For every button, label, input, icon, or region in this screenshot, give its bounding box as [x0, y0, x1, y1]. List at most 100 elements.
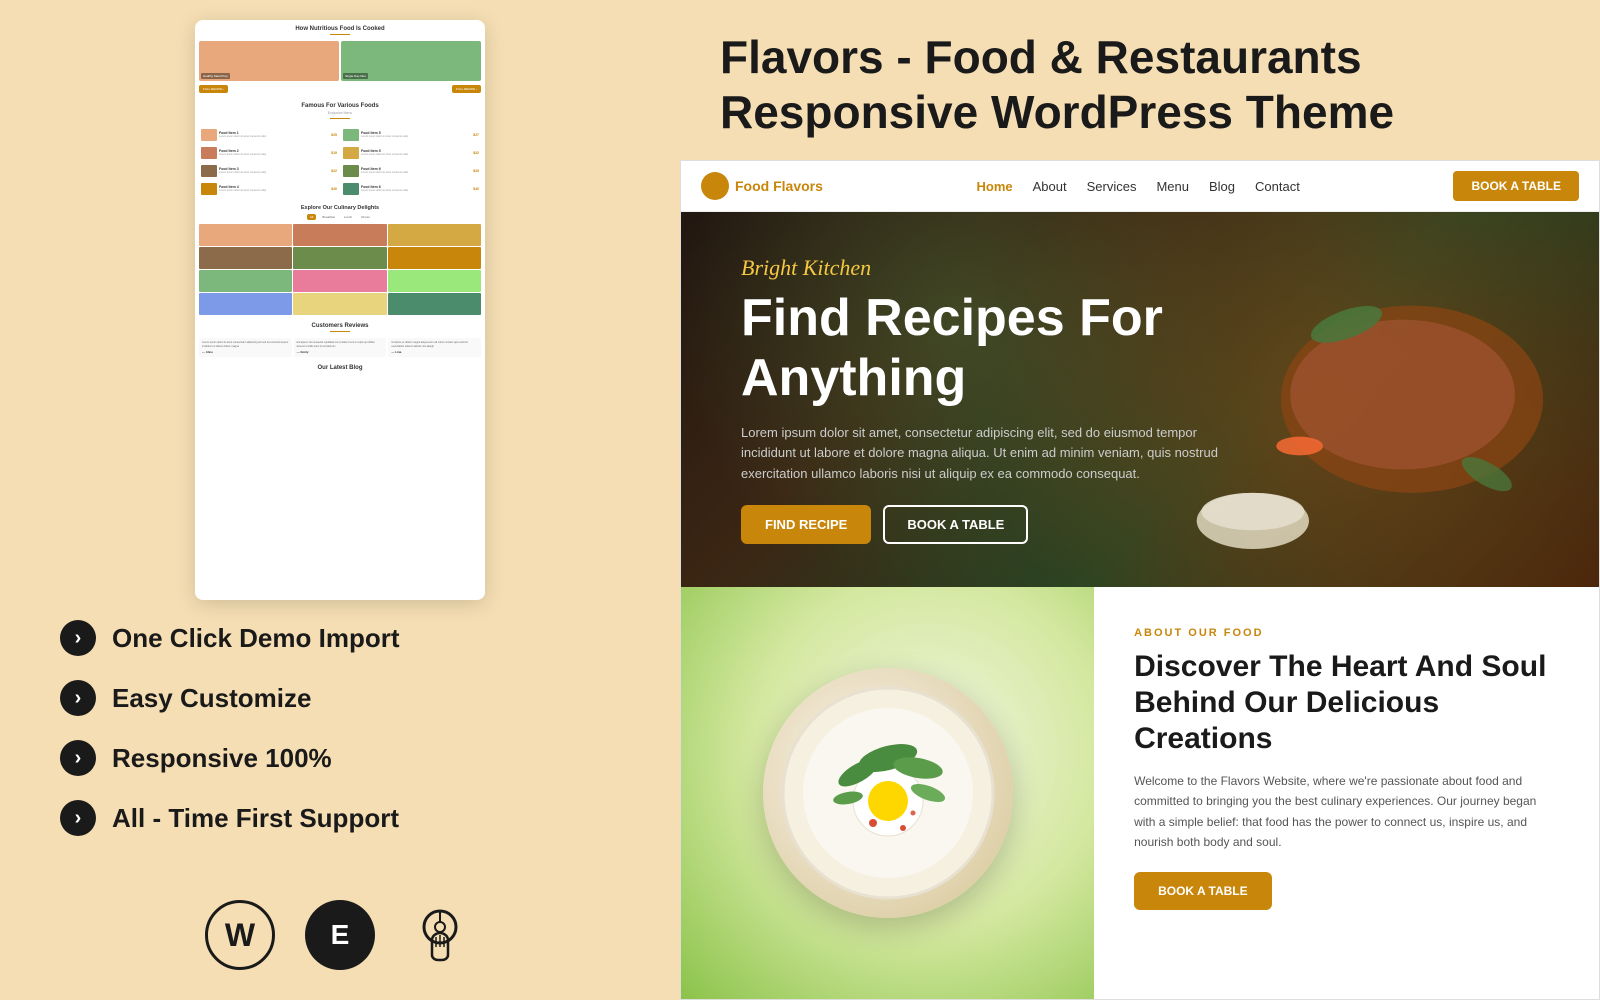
elementor-symbol: E [331, 919, 350, 951]
preview-nav-about[interactable]: About [1033, 179, 1067, 194]
about-desc: Welcome to the Flavors Website, where we… [1134, 771, 1559, 853]
mock-menu-info-3: Food Item 5 Lorem ipsum dolor sit amet c… [361, 149, 471, 156]
preview-find-recipe-btn[interactable]: FIND RECIPE [741, 505, 871, 544]
mock-reviews-title: Customers Reviews [195, 317, 485, 331]
preview-about-content: ABOUT OUR FOOD Discover The Heart And So… [1094, 587, 1599, 999]
feature-item-2: Responsive 100% [60, 740, 620, 776]
right-panel: Flavors - Food & Restaurants Responsive … [680, 0, 1600, 1000]
mock-menu-price-6: $40 [331, 187, 337, 191]
mock-section1-title: How Nutritious Food Is Cooked [195, 20, 485, 34]
feature-label-2: Responsive 100% [112, 743, 332, 774]
theme-mockup: How Nutritious Food Is Cooked Healthy Me… [195, 20, 485, 600]
mock-section2-sub: Exclusive Menu [195, 111, 485, 118]
preview-book-btn[interactable]: BOOK A TABLE [1453, 171, 1579, 201]
cursor-hand-icon [405, 900, 475, 970]
preview-nav-blog[interactable]: Blog [1209, 179, 1235, 194]
mock-review-3: Ut labore et dolore magna aliqua enim ad… [388, 338, 481, 357]
mock-review-text-1: Lorem ipsum dolor sit amet consectetur a… [202, 341, 289, 348]
mock-menu-img-7 [343, 183, 359, 195]
mock-tab-lunch[interactable]: Lunch [341, 214, 355, 220]
hero-title-line1: Find Recipes For [741, 289, 1163, 347]
mock-underline-1 [330, 34, 350, 35]
preview-navbar: Food Flavors Home About Services Menu Bl… [681, 161, 1599, 212]
plate-visual [763, 668, 1013, 918]
mock-menu-info-7: Food Item 6 Lorem ipsum dolor sit amet c… [361, 185, 471, 192]
mock-menu-img-3 [343, 147, 359, 159]
mock-menu-info-2: Food Item 2 Lorem ipsum dolor sit amet c… [219, 149, 329, 156]
mock-menu-desc-0: Lorem ipsum dolor sit amet consectur adi… [219, 135, 329, 138]
preview-logo: Food Flavors [701, 172, 823, 200]
mock-menu-price-0: $25 [331, 133, 337, 137]
mock-menu-info-5: Food Item 6 Lorem ipsum dolor sit amet c… [361, 167, 471, 174]
mock-gallery-11 [388, 293, 481, 315]
chevron-right-icon-3 [60, 800, 96, 836]
mock-gallery-7 [293, 270, 386, 292]
preview-nav: Home About Services Menu Blog Contact [843, 179, 1434, 194]
mock-section2-title: Famous For Various Foods [195, 97, 485, 111]
preview-hero-book-btn[interactable]: BOOK A TABLE [883, 505, 1028, 544]
mock-menu-desc-4: Lorem ipsum dolor sit amet consectur adi… [219, 171, 329, 174]
theme-preview: Food Flavors Home About Services Menu Bl… [680, 160, 1600, 1000]
mock-menu-img-2 [201, 147, 217, 159]
chevron-right-icon-0 [60, 620, 96, 656]
mock-review-text-3: Ut labore et dolore magna aliqua enim ad… [391, 341, 478, 348]
mock-menu-price-4: $22 [331, 169, 337, 173]
mock-gallery-2 [388, 224, 481, 246]
mock-tab-breakfast[interactable]: Breakfast [319, 214, 338, 220]
preview-logo-icon [701, 172, 729, 200]
mock-review-2: Excepteur sint occaecat cupidatat non pr… [294, 338, 387, 357]
mock-menu-info-0: Food Item 1 Lorem ipsum dolor sit amet c… [219, 131, 329, 138]
mock-gallery [195, 222, 485, 317]
mock-tab-all[interactable]: All [307, 214, 316, 220]
mock-blog-title: Our Latest Blog [195, 359, 485, 373]
elementor-icon: E [305, 900, 375, 970]
mock-menu-desc-5: Lorem ipsum dolor sit amet consectur adi… [361, 171, 471, 174]
mock-food-label-2: Single Day Diet [343, 73, 368, 79]
wordpress-symbol: W [225, 917, 255, 954]
mock-explore-title: Explore Our Culinary Delights [195, 201, 485, 212]
feature-item-0: One Click Demo Import [60, 620, 620, 656]
about-book-btn[interactable]: BOOK A TABLE [1134, 872, 1272, 910]
mock-menu-item-7: Food Item 6 Lorem ipsum dolor sit amet c… [341, 181, 481, 197]
mock-gallery-1 [293, 224, 386, 246]
about-title: Discover The Heart And Soul Behind Our D… [1134, 649, 1559, 757]
about-label: ABOUT OUR FOOD [1134, 627, 1559, 639]
mock-menu-grid: Food Item 1 Lorem ipsum dolor sit amet c… [199, 127, 481, 197]
mock-menu-img-5 [343, 165, 359, 177]
feature-label-0: One Click Demo Import [112, 623, 400, 654]
mock-fullrecipe-btn-2[interactable]: FULL RECIPE › [452, 85, 481, 93]
mock-gallery-3 [199, 247, 292, 269]
wordpress-icon: W [205, 900, 275, 970]
mock-menu-info-4: Food Item 3 Lorem ipsum dolor sit amet c… [219, 167, 329, 174]
features-list: One Click Demo Import Easy Customize Res… [0, 600, 680, 880]
mock-fullrecipe-btn-1[interactable]: FULL RECIPE › [199, 85, 228, 93]
mock-menu-item-3: Food Item 5 Lorem ipsum dolor sit amet c… [341, 145, 481, 161]
preview-hero: Bright Kitchen Find Recipes For Anything… [681, 212, 1599, 586]
mock-gallery-4 [293, 247, 386, 269]
mock-food-item-2: Single Day Diet [341, 41, 481, 81]
mock-menu-item-2: Food Item 2 Lorem ipsum dolor sit amet c… [199, 145, 339, 161]
chevron-right-icon-2 [60, 740, 96, 776]
mock-menu-img-4 [201, 165, 217, 177]
mock-menu-desc-6: Lorem ipsum dolor sit amet consectur adi… [219, 189, 329, 192]
preview-nav-contact[interactable]: Contact [1255, 179, 1300, 194]
mock-menu-desc-7: Lorem ipsum dolor sit amet consectur adi… [361, 189, 471, 192]
mock-tab-row: All Breakfast Lunch Dinner [195, 212, 485, 222]
preview-nav-services[interactable]: Services [1087, 179, 1137, 194]
cursor-svg [410, 905, 470, 965]
preview-about: ABOUT OUR FOOD Discover The Heart And So… [681, 587, 1599, 999]
chevron-right-icon-1 [60, 680, 96, 716]
mock-menu-desc-1: Lorem ipsum dolor sit amet consectur adi… [361, 135, 471, 138]
mock-menu-img-0 [201, 129, 217, 141]
mock-tab-dinner[interactable]: Dinner [358, 214, 373, 220]
mock-gallery-8 [388, 270, 481, 292]
feature-label-3: All - Time First Support [112, 803, 399, 834]
mock-review-author-1: — Alice [202, 350, 289, 354]
mock-menu-item-5: Food Item 6 Lorem ipsum dolor sit amet c… [341, 163, 481, 179]
preview-nav-menu[interactable]: Menu [1156, 179, 1189, 194]
mock-menu-price-2: $19 [331, 151, 337, 155]
preview-nav-home[interactable]: Home [977, 179, 1013, 194]
mock-menu-item-1: Food Item 5 Lorem ipsum dolor sit amet c… [341, 127, 481, 143]
mock-menu-price-3: $32 [473, 151, 479, 155]
mock-menu-item-4: Food Item 3 Lorem ipsum dolor sit amet c… [199, 163, 339, 179]
